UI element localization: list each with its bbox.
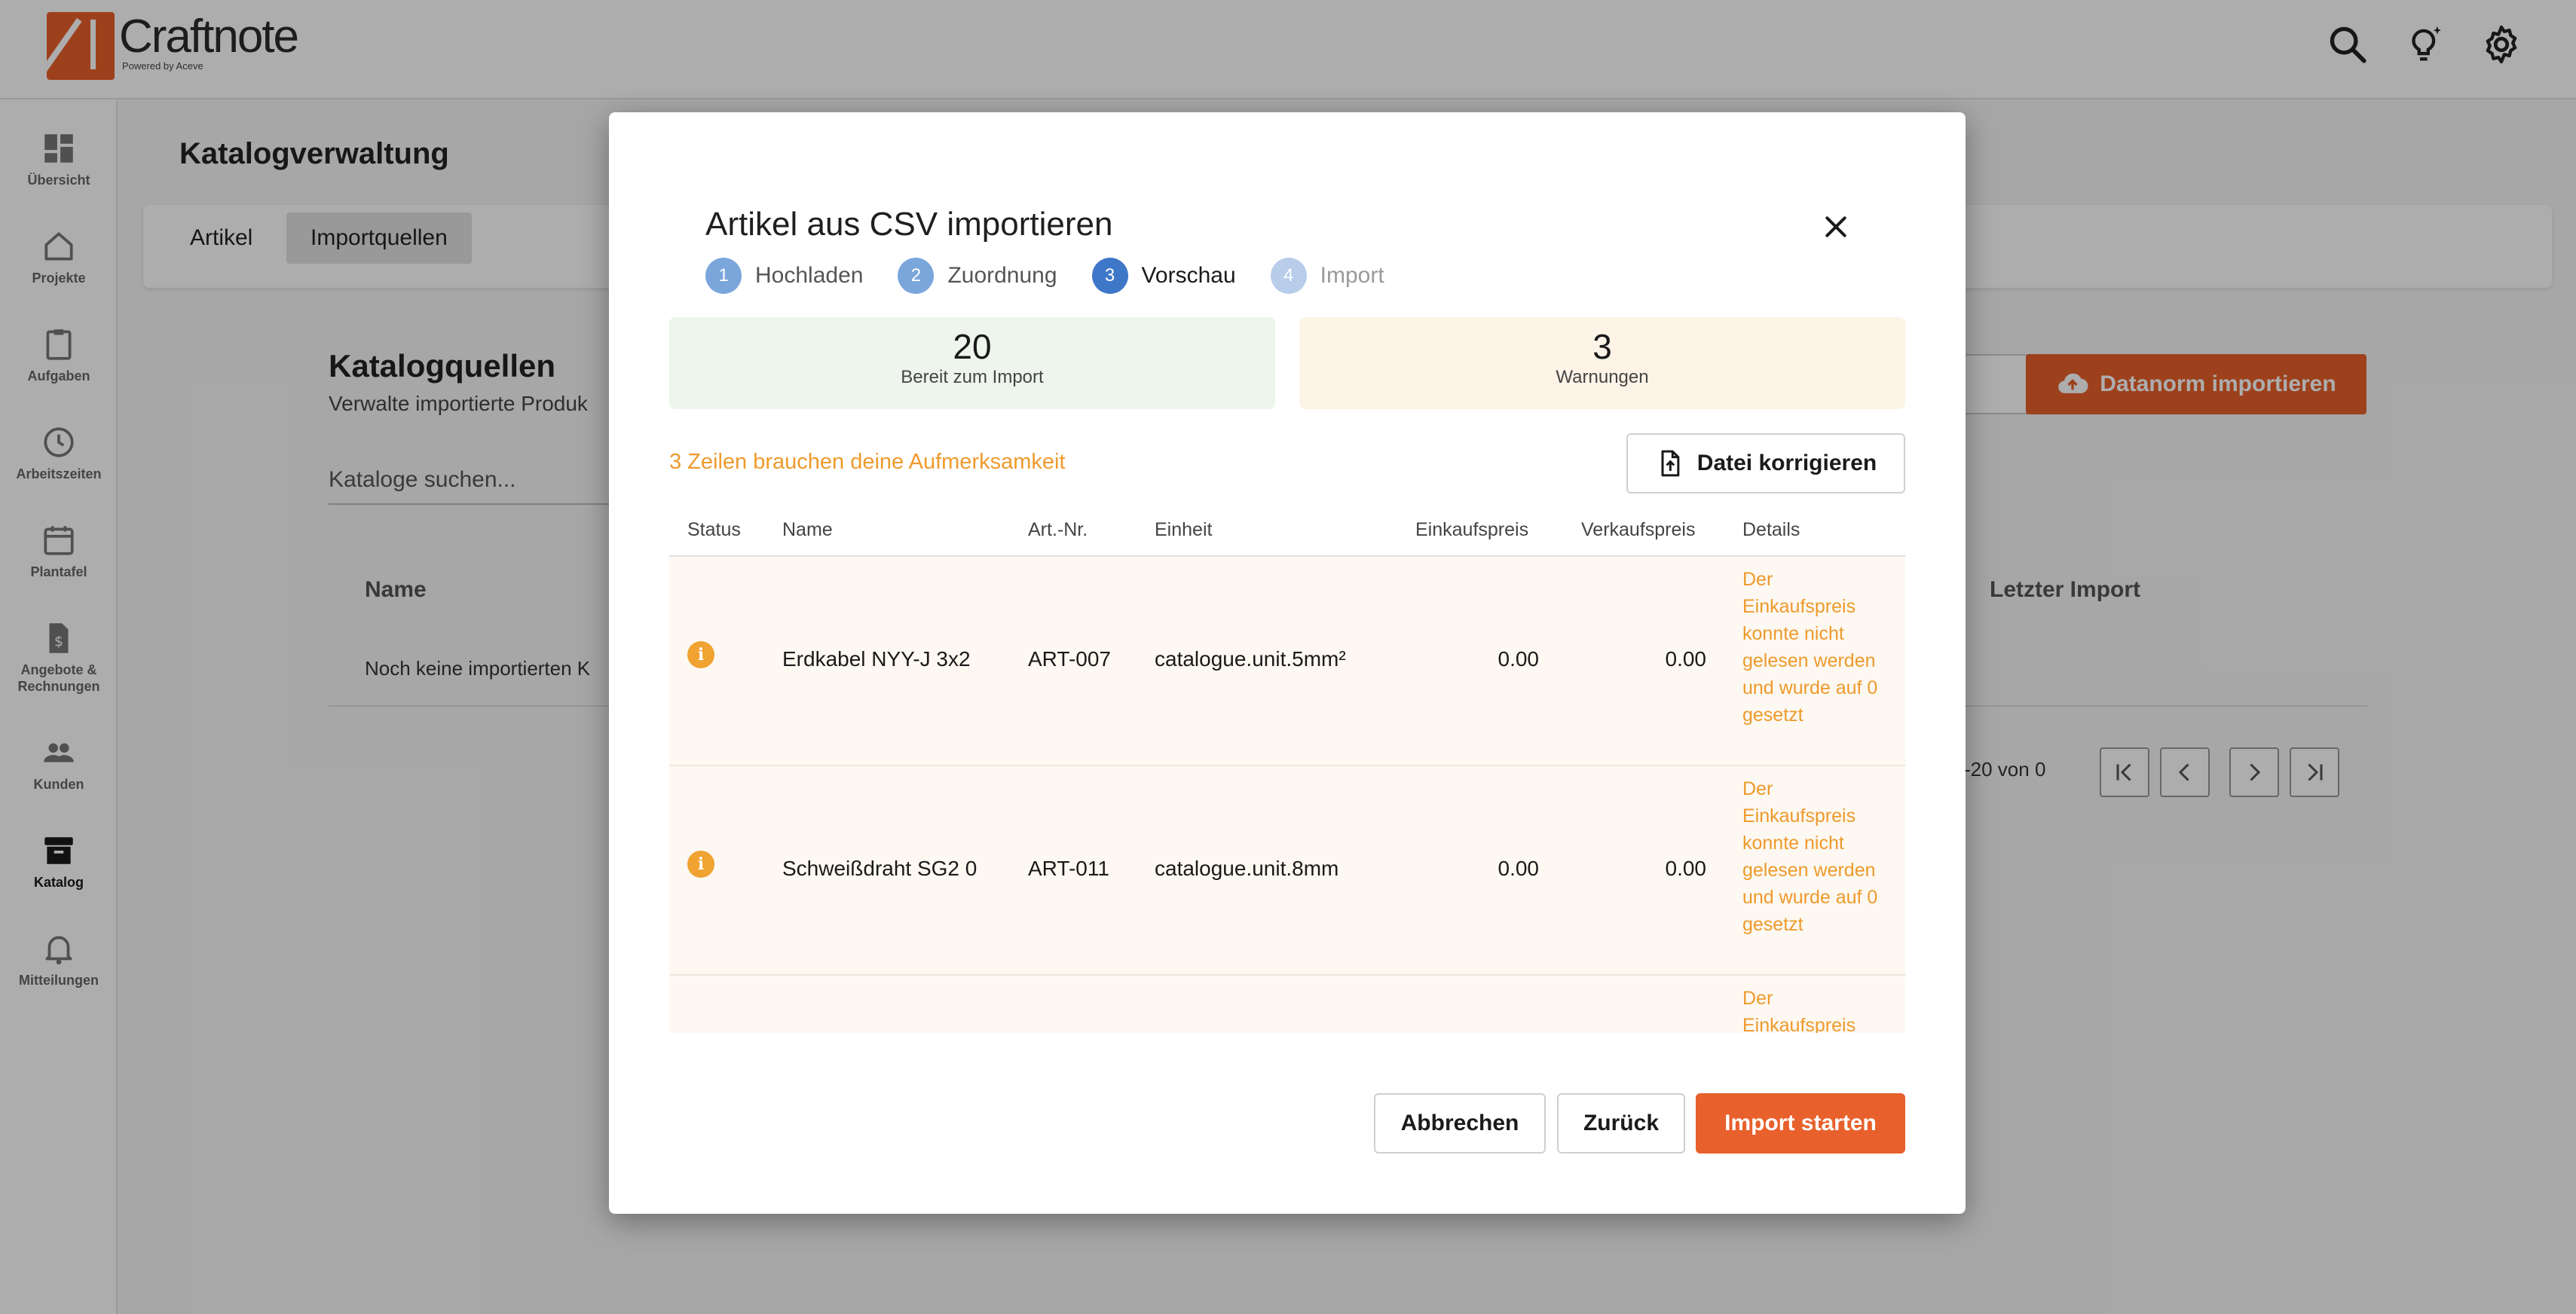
column-header-sale-price: Verkaufspreis bbox=[1581, 519, 1696, 540]
step-label: Import bbox=[1320, 263, 1384, 288]
column-header-purchase-price: Einkaufspreis bbox=[1415, 519, 1529, 540]
warning-count-card: 3 Warnungen bbox=[1299, 317, 1905, 409]
stepper: 1 Hochladen 2 Zuordnung 3 Vorschau 4 Imp… bbox=[705, 258, 1419, 294]
step-number: 2 bbox=[898, 258, 935, 294]
ready-count: 20 bbox=[953, 327, 992, 366]
preview-table[interactable]: Status Name Art.-Nr. Einheit Einkaufspre… bbox=[669, 503, 1905, 1033]
cell-unit: catalogue.unit.5mm² bbox=[1155, 647, 1346, 671]
table-header: Status Name Art.-Nr. Einheit Einkaufspre… bbox=[669, 503, 1905, 557]
ready-label: Bereit zum Import bbox=[901, 367, 1044, 387]
cell-sale-price: 0.00 bbox=[1665, 857, 1707, 880]
step-import: 4 Import bbox=[1270, 258, 1384, 294]
fix-file-button[interactable]: Datei korrigieren bbox=[1626, 433, 1905, 494]
cell-sale-price: 0.00 bbox=[1665, 647, 1707, 671]
column-header-details: Details bbox=[1742, 519, 1800, 540]
cell-purchase-price: 0.00 bbox=[1498, 857, 1540, 880]
attention-message: 3 Zeilen brauchen deine Aufmerksamkeit bbox=[669, 450, 1066, 474]
step-label: Hochladen bbox=[755, 263, 864, 288]
step-number: 4 bbox=[1270, 258, 1307, 294]
step-label: Vorschau bbox=[1141, 263, 1236, 288]
table-row[interactable]: i Schweißdraht SG2 0 ART-011 catalogue.u… bbox=[669, 766, 1905, 976]
cell-details: Der Einkaufspreis konnte nicht gelesen w… bbox=[1742, 569, 1878, 726]
cell-unit: catalogue.unit.8mm bbox=[1155, 857, 1339, 880]
column-header-unit: Einheit bbox=[1155, 519, 1213, 540]
cell-details: Der Einkaufspreis bbox=[1742, 988, 1856, 1033]
cell-name: Schweißdraht SG2 0 bbox=[782, 857, 977, 880]
cell-art-nr: ART-011 bbox=[1028, 857, 1109, 880]
file-upload-icon bbox=[1661, 450, 1680, 477]
column-header-art-nr: Art.-Nr. bbox=[1028, 519, 1088, 540]
cell-purchase-price: 0.00 bbox=[1498, 647, 1540, 671]
step-hochladen: 1 Hochladen bbox=[705, 258, 863, 294]
column-header-name: Name bbox=[782, 519, 833, 540]
step-number: 3 bbox=[1091, 258, 1128, 294]
ready-count-card: 20 Bereit zum Import bbox=[669, 317, 1275, 409]
dialog-title: Artikel aus CSV importieren bbox=[705, 206, 1113, 243]
fix-file-label: Datei korrigieren bbox=[1696, 451, 1877, 475]
close-icon bbox=[1825, 216, 1846, 237]
close-button[interactable] bbox=[1815, 206, 1857, 248]
cell-details: Der Einkaufspreis konnte nicht gelesen w… bbox=[1742, 778, 1878, 935]
table-row[interactable]: i Der Einkaufspreis bbox=[669, 976, 1905, 1033]
back-button[interactable]: Zurück bbox=[1557, 1093, 1685, 1154]
step-vorschau: 3 Vorschau bbox=[1091, 258, 1236, 294]
warning-icon: i bbox=[687, 851, 714, 878]
cancel-button[interactable]: Abbrechen bbox=[1374, 1093, 1546, 1154]
cell-art-nr: ART-007 bbox=[1028, 647, 1111, 671]
csv-import-dialog: Artikel aus CSV importieren 1 Hochladen … bbox=[609, 112, 1966, 1214]
warning-icon: i bbox=[687, 641, 714, 668]
table-row[interactable]: i Erdkabel NYY-J 3x2 ART-007 catalogue.u… bbox=[669, 557, 1905, 766]
step-label: Zuordnung bbox=[947, 263, 1057, 288]
warning-label: Warnungen bbox=[1556, 367, 1649, 387]
column-header-status: Status bbox=[687, 519, 741, 540]
start-import-button[interactable]: Import starten bbox=[1696, 1093, 1905, 1154]
warning-count: 3 bbox=[1592, 327, 1612, 366]
cell-name: Erdkabel NYY-J 3x2 bbox=[782, 647, 971, 671]
step-zuordnung: 2 Zuordnung bbox=[898, 258, 1057, 294]
step-number: 1 bbox=[705, 258, 742, 294]
